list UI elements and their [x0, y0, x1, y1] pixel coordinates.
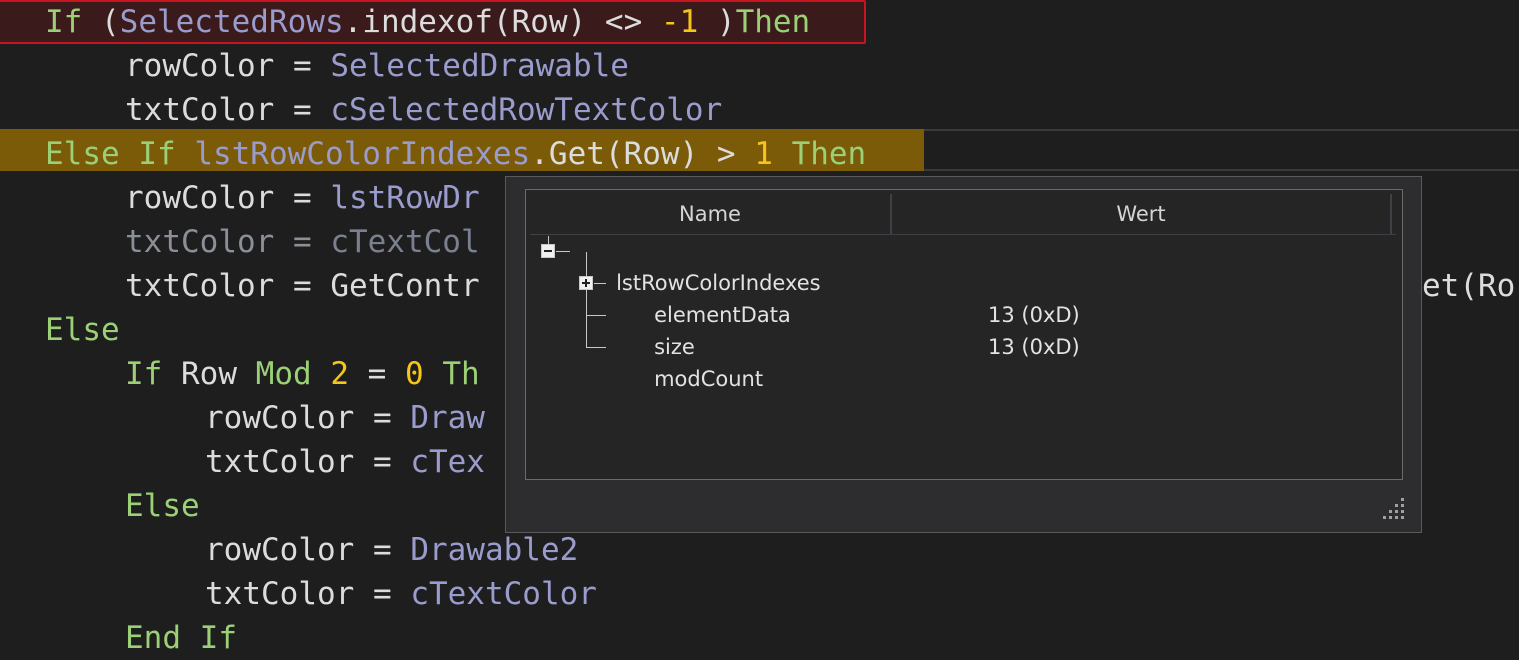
code-token: =	[274, 180, 331, 216]
code-token: cTextColor	[410, 576, 597, 612]
tree-line	[586, 347, 606, 348]
code-text: txtColor = cTextColor	[205, 572, 597, 616]
code-line[interactable]: End If	[0, 616, 1519, 660]
datatip-header: Name Wert	[530, 194, 1396, 235]
code-text: rowColor = Drawable2	[205, 528, 578, 572]
code-line[interactable]: Else If lstRowColorIndexes.Get(Row) > 1 …	[0, 132, 1519, 176]
code-text: txtColor = cTextCol	[125, 220, 480, 264]
code-token: If	[125, 356, 181, 392]
code-token: =	[354, 532, 411, 568]
code-token: cTextCol	[330, 224, 480, 260]
code-token: Then	[735, 4, 811, 40]
column-header-name[interactable]: Name	[530, 194, 890, 234]
code-token: txtColor	[205, 444, 355, 480]
code-token: lstRowColorIndexes	[194, 136, 531, 172]
tree-child-row[interactable]: size 13 (0xD)	[614, 299, 1394, 359]
code-token: =	[348, 356, 405, 392]
code-text: txtColor = cSelectedRowTextColor	[125, 88, 722, 132]
code-token: .Get(Row) >	[530, 136, 755, 172]
code-token: (	[82, 4, 120, 40]
code-text: If (SelectedRows.indexof(Row) <> -1 )The…	[45, 0, 810, 44]
tree-line	[548, 236, 549, 244]
code-token: .indexof(Row) <>	[343, 4, 661, 40]
code-text: If Row Mod 2 = 0 Th	[125, 352, 480, 396]
code-token: =	[274, 92, 331, 128]
plus-icon[interactable]	[579, 276, 593, 290]
code-token: et(Ro	[1422, 268, 1516, 304]
code-token: Else If	[45, 136, 195, 172]
code-text: rowColor = lstRowDr	[125, 176, 480, 220]
code-text: Else	[125, 484, 200, 528]
code-token: Else	[125, 488, 200, 524]
code-token: txtColor	[125, 92, 275, 128]
code-token: =	[274, 224, 331, 260]
code-text: Else	[45, 308, 120, 352]
code-token: Else	[45, 312, 120, 348]
code-line[interactable]: rowColor = Drawable2	[0, 528, 1519, 572]
code-token: Row	[181, 356, 256, 392]
code-token: =	[354, 576, 411, 612]
code-token: 0	[404, 356, 424, 392]
code-text: rowColor = Draw	[205, 396, 485, 440]
code-token: txtColor	[125, 224, 275, 260]
code-token: rowColor	[205, 532, 355, 568]
code-line[interactable]: rowColor = SelectedDrawable	[0, 44, 1519, 88]
code-text: txtColor = GetContr	[125, 264, 480, 308]
tree-child-row[interactable]: modCount 13 (0xD)	[614, 331, 1394, 391]
column-header-value[interactable]: Wert	[892, 194, 1390, 234]
code-token: cTex	[410, 444, 485, 480]
code-token: =	[354, 444, 411, 480]
code-token: txtColor	[205, 576, 355, 612]
code-token: =	[354, 400, 411, 436]
code-token: =	[274, 268, 331, 304]
code-line[interactable]: txtColor = cSelectedRowTextColor	[0, 88, 1519, 132]
tree-root-row[interactable]: lstRowColorIndexes	[576, 235, 821, 295]
code-line[interactable]: txtColor = cTextColor	[0, 572, 1519, 616]
code-token: Th	[423, 356, 480, 392]
code-token: =	[274, 48, 331, 84]
code-token: Draw	[410, 400, 485, 436]
code-token: 1	[754, 136, 773, 172]
code-token: 2	[330, 356, 349, 392]
code-text: Else If lstRowColorIndexes.Get(Row) > 1 …	[45, 132, 866, 176]
code-token: GetContr	[330, 268, 480, 304]
code-token: cSelectedRowTextColor	[330, 92, 723, 128]
code-text: End If	[125, 616, 237, 660]
code-token: Then	[772, 136, 867, 172]
tree-child-row[interactable]: elementData	[614, 267, 1394, 327]
code-line[interactable]: If (SelectedRows.indexof(Row) <> -1 )The…	[0, 0, 1519, 44]
minus-icon[interactable]	[541, 244, 555, 258]
code-text: rowColor = SelectedDrawable	[125, 44, 629, 88]
code-token: rowColor	[205, 400, 355, 436]
tree-line	[556, 251, 570, 252]
code-token: txtColor	[125, 268, 275, 304]
code-token: If	[45, 4, 83, 40]
code-token: SelectedRows	[119, 4, 344, 40]
code-token: Drawable2	[410, 532, 579, 568]
code-token: Mod	[255, 356, 331, 392]
member-name: modCount	[654, 367, 764, 391]
member-value: 13 (0xD)	[988, 335, 1080, 359]
datatip-tree: Name Wert lstRowColorIndexes elementData…	[525, 189, 1403, 480]
code-text: txtColor = cTex	[205, 440, 485, 484]
code-token: )	[698, 4, 736, 40]
code-token: SelectedDrawable	[330, 48, 629, 84]
code-token: rowColor	[125, 48, 275, 84]
resize-grip-icon[interactable]	[1383, 498, 1407, 519]
code-token: -1	[660, 4, 699, 40]
member-value: 13 (0xD)	[988, 303, 1080, 327]
code-token: End If	[125, 620, 237, 656]
column-separator[interactable]	[1390, 194, 1392, 234]
datatip-popup[interactable]: Name Wert lstRowColorIndexes elementData…	[505, 176, 1422, 533]
code-token: rowColor	[125, 180, 275, 216]
code-token: lstRowDr	[330, 180, 480, 216]
